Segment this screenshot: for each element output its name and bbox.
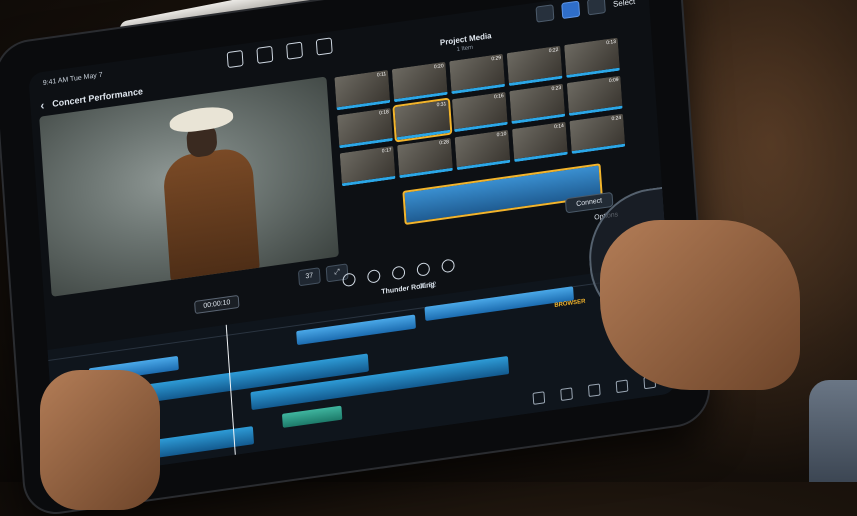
edit-toolbar	[342, 258, 455, 288]
zoom-button[interactable]: 37	[297, 267, 321, 287]
right-hand	[600, 220, 800, 390]
view-grid-icon[interactable]	[560, 0, 580, 20]
media-thumbnail[interactable]: 0:29	[449, 53, 506, 95]
thumbnail-duration: 0:29	[491, 54, 502, 63]
crop-icon[interactable]	[366, 268, 381, 284]
shirt-sleeve	[809, 380, 857, 482]
title-clip[interactable]	[281, 405, 343, 428]
heart-icon[interactable]	[342, 272, 356, 288]
thumbnail-duration: 0:13	[606, 38, 617, 47]
thumbnail-duration: 0:17	[381, 147, 392, 155]
export-icon[interactable]	[615, 379, 629, 394]
media-thumbnail[interactable]: 0:16	[451, 91, 508, 133]
microphone-icon[interactable]	[286, 41, 304, 60]
share-icon[interactable]	[315, 37, 333, 56]
media-thumbnail[interactable]: 0:24	[569, 113, 626, 155]
media-thumbnail[interactable]: 0:14	[512, 121, 568, 163]
media-thumbnail[interactable]: 0:17	[339, 145, 396, 187]
view-list-icon[interactable]	[535, 4, 555, 23]
video-viewer[interactable]	[39, 76, 339, 297]
timeline-duration: 01:52	[418, 281, 437, 291]
select-button[interactable]: Select	[613, 0, 636, 8]
media-thumbnail[interactable]: 0:13	[564, 37, 620, 79]
media-thumbnail[interactable]: 0:18	[337, 107, 393, 149]
record-icon[interactable]	[391, 265, 406, 281]
view-filter-icon[interactable]	[586, 0, 606, 16]
media-thumbnail[interactable]: 0:09	[566, 75, 623, 117]
inspector-icon[interactable]	[587, 383, 601, 398]
thumbnail-duration: 0:24	[611, 114, 622, 123]
viewer-timecode: 00:00:10	[194, 294, 240, 315]
media-thumbnail[interactable]: 0:10	[454, 129, 511, 171]
thumbnail-duration: 0:23	[551, 84, 562, 93]
viewer-subject-hat	[168, 103, 234, 135]
scissors-icon[interactable]	[416, 261, 431, 277]
thumbnail-grid: 0:11 0:20 0:29 0:22 0:13 0:18 0:31 0:16 0:23 0:09…	[334, 37, 626, 187]
media-thumbnail[interactable]: 0:20	[391, 61, 448, 103]
media-thumbnail[interactable]: 0:23	[509, 83, 566, 125]
viewer-controls: 37 ⤢	[297, 263, 349, 287]
thumbnail-duration: 0:22	[548, 46, 559, 55]
back-chevron-icon[interactable]: ‹	[40, 98, 45, 113]
media-thumbnail[interactable]: 0:31	[392, 97, 453, 143]
browser-subtitle: 1 Item	[456, 44, 474, 54]
thumbnail-duration: 0:11	[376, 71, 387, 79]
thumbnail-duration: 0:16	[493, 92, 504, 101]
viewer-subject-body	[162, 145, 260, 284]
import-icon[interactable]	[226, 49, 244, 69]
stack-icon[interactable]	[560, 387, 573, 401]
thumbnail-duration: 0:28	[439, 139, 450, 147]
media-thumbnail[interactable]: 0:22	[506, 45, 563, 87]
trash-icon[interactable]	[532, 391, 546, 405]
thumbnail-duration: 0:18	[378, 109, 390, 117]
thumbnail-duration: 0:10	[496, 130, 507, 139]
thumbnail-duration: 0:14	[553, 122, 565, 131]
insert-icon[interactable]	[441, 258, 455, 274]
media-thumbnail[interactable]: 0:28	[397, 137, 453, 179]
thumbnail-duration: 0:20	[433, 63, 444, 71]
status-bar: 9:41 AM Tue May 7	[42, 71, 103, 88]
media-thumbnail[interactable]: 0:11	[334, 69, 391, 111]
thumbnail-duration: 0:31	[436, 101, 447, 109]
left-hand	[40, 370, 160, 510]
camera-icon[interactable]	[256, 45, 274, 64]
thumbnail-duration: 0:09	[608, 76, 619, 85]
